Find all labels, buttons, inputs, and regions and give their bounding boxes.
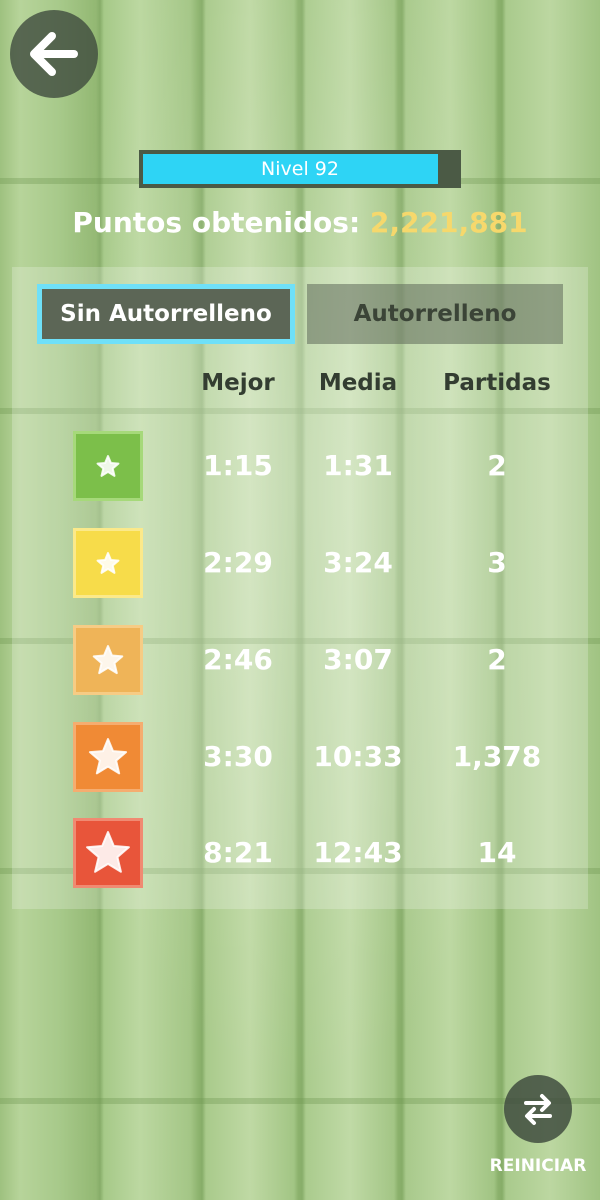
arrow-left-icon — [30, 32, 78, 76]
star-icon — [86, 831, 130, 873]
points-label: Puntos obtenidos: — [72, 206, 361, 239]
table-row: 2:29 3:24 3 — [12, 528, 588, 598]
tab-sin-autorrelleno[interactable]: Sin Autorrelleno — [37, 284, 295, 344]
restart-button[interactable] — [504, 1075, 572, 1143]
table-row: 3:30 10:33 1,378 — [12, 722, 588, 792]
points-value: 2,221,881 — [369, 206, 528, 239]
average-time: 12:43 — [313, 836, 403, 869]
difficulty-badge — [73, 818, 143, 888]
points-summary: Puntos obtenidos: 2,221,881 — [0, 206, 600, 239]
restart-label: REINICIAR — [489, 1156, 587, 1176]
header-games: Partidas — [443, 370, 551, 396]
table-row: 2:46 3:07 2 — [12, 625, 588, 695]
average-time: 10:33 — [313, 740, 403, 773]
back-button[interactable] — [10, 10, 98, 98]
stats-panel: Sin Autorrelleno Autorrelleno Mejor Medi… — [12, 267, 588, 909]
star-icon — [92, 645, 124, 675]
best-time: 1:15 — [203, 449, 273, 482]
games-count: 2 — [487, 643, 507, 676]
best-time: 2:29 — [203, 546, 273, 579]
games-count: 3 — [487, 546, 507, 579]
games-count: 14 — [477, 836, 517, 869]
swap-arrows-icon — [524, 1094, 552, 1125]
average-time: 3:24 — [323, 546, 393, 579]
level-progress-bar: Nivel 92 — [139, 150, 461, 188]
best-time: 8:21 — [203, 836, 273, 869]
difficulty-badge — [73, 431, 143, 501]
table-row: 8:21 12:43 14 — [12, 818, 588, 888]
star-icon — [88, 738, 128, 775]
games-count: 1,378 — [452, 740, 542, 773]
difficulty-badge — [73, 625, 143, 695]
games-count: 2 — [487, 449, 507, 482]
header-best: Mejor — [201, 370, 275, 396]
star-icon — [96, 552, 120, 574]
average-time: 3:07 — [323, 643, 393, 676]
difficulty-badge — [73, 722, 143, 792]
best-time: 3:30 — [203, 740, 273, 773]
best-time: 2:46 — [203, 643, 273, 676]
star-icon — [96, 455, 120, 477]
table-row: 1:15 1:31 2 — [12, 431, 588, 501]
difficulty-badge — [73, 528, 143, 598]
average-time: 1:31 — [323, 449, 393, 482]
header-average: Media — [318, 370, 398, 396]
level-label: Nivel 92 — [261, 158, 339, 180]
tab-autorrelleno[interactable]: Autorrelleno — [307, 284, 563, 344]
